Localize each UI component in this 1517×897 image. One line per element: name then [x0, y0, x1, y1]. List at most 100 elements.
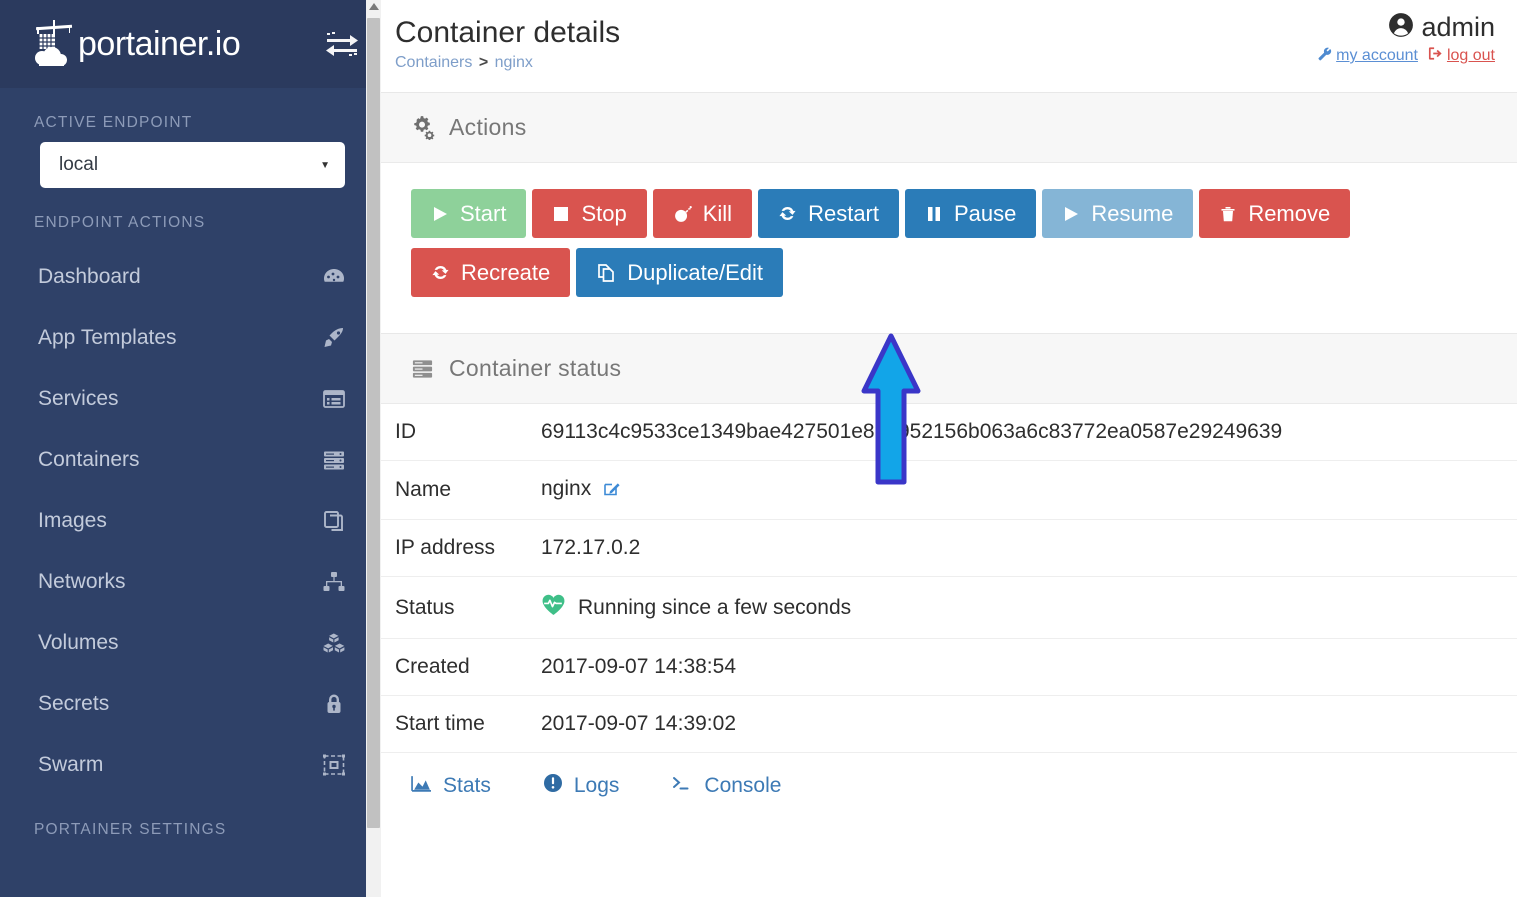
- sidebar-item-secrets[interactable]: Secrets: [0, 673, 381, 734]
- sidebar-item-services[interactable]: Services: [0, 368, 381, 429]
- chevron-down-icon: ▼: [320, 159, 330, 171]
- my-account-label: my account: [1336, 47, 1418, 64]
- sidebar-item-volumes[interactable]: Volumes: [0, 612, 381, 673]
- switch-arrows-icon[interactable]: [325, 31, 359, 57]
- table-row: Created 2017-09-07 14:38:54: [381, 639, 1517, 696]
- row-value-created: 2017-09-07 14:38:54: [541, 655, 736, 678]
- sidebar-section-portainer-settings: PORTAINER SETTINGS: [34, 821, 227, 838]
- sign-out-icon: [1428, 46, 1443, 66]
- breadcrumb-parent-link[interactable]: Containers: [395, 54, 472, 71]
- server-stack-icon: [321, 448, 347, 472]
- sidebar-scrollbar[interactable]: [366, 0, 381, 897]
- sidebar-item-images[interactable]: Images: [0, 490, 381, 551]
- row-key-name: Name: [395, 478, 452, 501]
- status-badge: Running since a few seconds: [541, 593, 1497, 622]
- container-status-table: ID 69113c4c9533ce1349bae427501e860952156…: [381, 404, 1517, 752]
- table-row: ID 69113c4c9533ce1349bae427501e860952156…: [381, 404, 1517, 461]
- pause-icon: [925, 205, 943, 223]
- sidebar-logo-bar[interactable]: portainer.io: [0, 0, 381, 88]
- cubes-icon: [321, 631, 347, 655]
- sidebar-section-endpoint-actions: ENDPOINT ACTIONS: [34, 214, 206, 231]
- restart-button[interactable]: Restart: [758, 189, 899, 238]
- pause-button-label: Pause: [954, 200, 1017, 226]
- info-circle-icon: [543, 773, 563, 799]
- actions-panel-body: Start Stop Kill Restart Pause Resume Rem…: [381, 163, 1517, 333]
- row-key-created: Created: [395, 655, 470, 678]
- sidebar-item-label: Volumes: [38, 631, 119, 654]
- edit-pencil-square-icon[interactable]: [603, 479, 621, 503]
- play-icon: [431, 205, 449, 223]
- brand-name: portainer.io: [78, 25, 241, 63]
- sidebar-item-swarm[interactable]: Swarm: [0, 734, 381, 795]
- sidebar-nav: Dashboard App Templates Services Contain…: [0, 242, 381, 795]
- wrench-icon: [1317, 46, 1332, 66]
- pause-button[interactable]: Pause: [905, 189, 1037, 238]
- container-status-panel-title: Container status: [449, 355, 622, 381]
- actions-panel-title: Actions: [449, 114, 527, 140]
- bomb-icon: [673, 204, 692, 223]
- page-header-right: admin my account log out: [1317, 12, 1495, 66]
- container-status-footer-links: Stats Logs Console: [381, 752, 1517, 819]
- sidebar-item-dashboard[interactable]: Dashboard: [0, 246, 381, 307]
- scroll-up-arrow-icon[interactable]: [369, 3, 379, 10]
- row-value-start-time: 2017-09-07 14:39:02: [541, 712, 736, 735]
- log-out-link[interactable]: log out: [1428, 46, 1495, 66]
- page-header-left: Container details Containers > nginx: [381, 16, 620, 72]
- row-key-id: ID: [395, 420, 416, 443]
- duplicate-edit-button[interactable]: Duplicate/Edit: [576, 248, 784, 297]
- kill-button-label: Kill: [702, 200, 733, 226]
- user-name: admin: [1421, 12, 1495, 42]
- row-value-name: nginx: [541, 477, 592, 500]
- page-header: Container details Containers > nginx adm…: [381, 0, 1517, 92]
- play-icon: [1062, 205, 1080, 223]
- dashboard-gauge-icon: [321, 265, 347, 289]
- row-value-ip-address: 172.17.0.2: [541, 536, 641, 559]
- remove-button[interactable]: Remove: [1199, 189, 1351, 238]
- log-out-label: log out: [1446, 47, 1495, 64]
- row-value-status-cell: Running since a few seconds: [541, 577, 1517, 639]
- resume-button[interactable]: Resume: [1042, 189, 1194, 238]
- breadcrumb-current[interactable]: nginx: [495, 54, 533, 71]
- actions-panel-header: Actions: [381, 93, 1517, 163]
- recreate-button[interactable]: Recreate: [411, 248, 571, 297]
- heartbeat-icon: [541, 593, 566, 622]
- table-row: Status Running since a few seconds: [381, 577, 1517, 639]
- container-status-panel: Container status ID 69113c4c9533ce1349ba…: [381, 333, 1517, 819]
- sitemap-icon: [321, 570, 347, 594]
- portainer-app-window: portainer.io ACTIVE ENDPOINT local ▼ END…: [0, 0, 1517, 897]
- row-value-name-cell: nginx: [541, 461, 1517, 520]
- files-copy-icon: [596, 263, 616, 283]
- rocket-icon: [321, 326, 347, 350]
- sidebar-item-app-templates[interactable]: App Templates: [0, 307, 381, 368]
- endpoint-select-value: local: [59, 154, 99, 175]
- sidebar-item-containers[interactable]: Containers: [0, 429, 381, 490]
- endpoint-select[interactable]: local ▼: [40, 142, 345, 188]
- console-link[interactable]: Console: [671, 774, 781, 798]
- start-button[interactable]: Start: [411, 189, 527, 238]
- container-status-panel-header: Container status: [381, 334, 1517, 404]
- stats-link[interactable]: Stats: [411, 774, 491, 799]
- row-key-start-time: Start time: [395, 712, 485, 735]
- remove-button-label: Remove: [1248, 200, 1331, 226]
- sidebar-item-networks[interactable]: Networks: [0, 551, 381, 612]
- actions-panel: Actions Start Stop Kill Restart Pause Re…: [381, 92, 1517, 333]
- sidebar-item-label: Containers: [38, 448, 140, 471]
- logs-link[interactable]: Logs: [543, 773, 620, 799]
- stop-button[interactable]: Stop: [532, 189, 647, 238]
- breadcrumb-separator: >: [478, 53, 489, 71]
- logs-link-label: Logs: [573, 774, 620, 797]
- sidebar-item-label: Dashboard: [38, 265, 141, 288]
- kill-button[interactable]: Kill: [652, 189, 753, 238]
- list-panel-icon: [321, 387, 347, 411]
- my-account-link[interactable]: my account: [1317, 46, 1418, 66]
- recreate-button-label: Recreate: [461, 259, 551, 285]
- main-content: Container details Containers > nginx adm…: [381, 0, 1517, 897]
- row-value-status: Running since a few seconds: [578, 595, 852, 619]
- restart-button-label: Restart: [808, 200, 879, 226]
- refresh-icon: [431, 263, 450, 282]
- copy-layers-icon: [321, 509, 347, 533]
- stop-square-icon: [552, 205, 570, 223]
- scrollbar-thumb[interactable]: [367, 18, 380, 828]
- sidebar-section-active-endpoint: ACTIVE ENDPOINT: [34, 114, 193, 131]
- trash-icon: [1219, 205, 1237, 223]
